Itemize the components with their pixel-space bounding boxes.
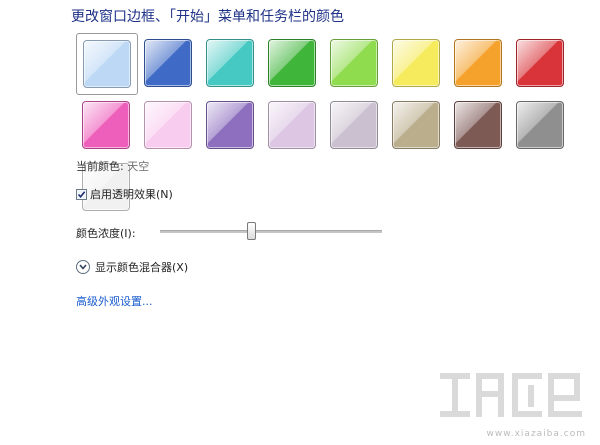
transparency-label: 启用透明效果(N)	[90, 188, 173, 201]
transparency-option[interactable]: 启用透明效果(N)	[76, 186, 173, 202]
color-mixer-toggle[interactable]: 显示颜色混合器(X)	[76, 259, 188, 275]
advanced-appearance-link[interactable]: 高级外观设置...	[76, 293, 153, 309]
current-color-text: 当前颜色: 天空	[76, 158, 149, 174]
watermark-logo	[440, 373, 582, 417]
swatch-navy[interactable]	[138, 33, 200, 95]
intensity-label: 颜色浓度(I):	[76, 227, 136, 240]
swatch-orange[interactable]	[448, 33, 510, 95]
current-color-label: 当前颜色:	[76, 160, 124, 173]
swatch-light-pink[interactable]	[138, 95, 200, 157]
swatch-yellow[interactable]	[386, 33, 448, 95]
swatch-sky[interactable]	[76, 33, 138, 95]
page-title: 更改窗口边框、「开始」菜单和任务栏的颜色	[71, 9, 344, 25]
current-color-value: 天空	[127, 160, 150, 173]
swatch-chocolate[interactable]	[448, 95, 510, 157]
swatch-mauve[interactable]	[324, 95, 386, 157]
watermark-url: www.xiazaiba.com	[486, 429, 586, 439]
chevron-down-icon[interactable]	[76, 260, 90, 274]
transparency-checkbox[interactable]	[76, 188, 87, 200]
color-mixer-label: 显示颜色混合器(X)	[95, 261, 189, 274]
swatch-lime[interactable]	[324, 33, 386, 95]
intensity-slider-thumb[interactable]	[246, 222, 256, 240]
intensity-slider-track[interactable]	[160, 230, 382, 233]
swatch-red[interactable]	[510, 33, 572, 95]
swatch-ocean[interactable]	[200, 33, 262, 95]
swatch-violet[interactable]	[200, 95, 262, 157]
checkmark-icon	[77, 190, 86, 198]
swatch-khaki[interactable]	[386, 95, 448, 157]
swatch-green[interactable]	[262, 33, 324, 95]
swatch-lavender[interactable]	[262, 95, 324, 157]
swatch-slate[interactable]	[510, 95, 572, 157]
swatch-pink[interactable]	[76, 95, 138, 157]
